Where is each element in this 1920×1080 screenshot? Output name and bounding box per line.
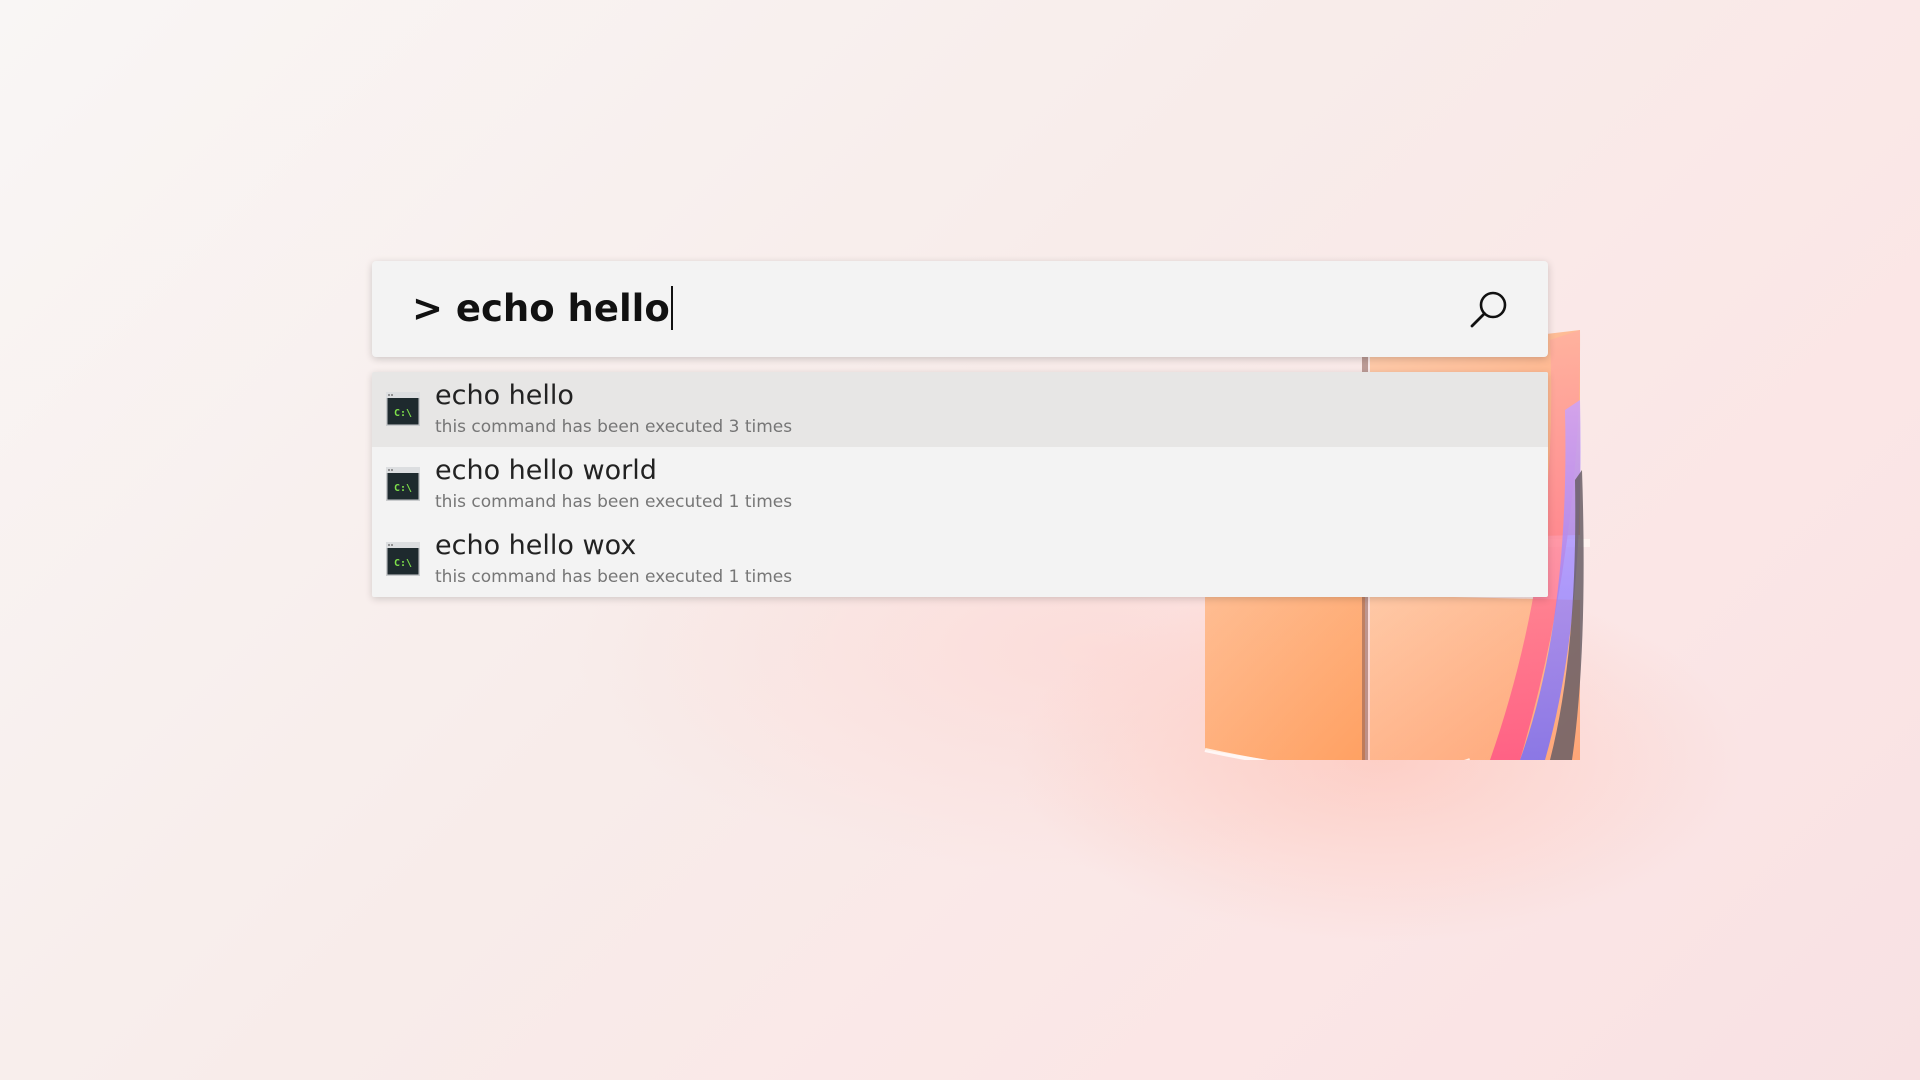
results-list: C:\ echo hello this command has been exe… (372, 372, 1548, 597)
svg-text:C:\: C:\ (394, 558, 412, 569)
result-subtitle: this command has been executed 1 times (435, 567, 793, 587)
svg-text:C:\: C:\ (394, 483, 412, 494)
command-prompt-icon: C:\ (386, 467, 420, 501)
result-subtitle: this command has been executed 3 times (435, 417, 793, 437)
result-title: echo hello (435, 380, 574, 411)
launcher-window: > echo hello C:\ echo hello this command… (372, 261, 1548, 597)
command-prompt-icon: C:\ (386, 542, 420, 576)
search-icon[interactable] (1468, 288, 1510, 330)
result-item[interactable]: C:\ echo hello wox this command has been… (372, 522, 1548, 597)
result-item[interactable]: C:\ echo hello world this command has be… (372, 447, 1548, 522)
result-title: echo hello world (435, 455, 657, 486)
query-box[interactable]: > echo hello (372, 261, 1548, 357)
result-subtitle: this command has been executed 1 times (435, 492, 793, 512)
query-input[interactable]: > echo hello (412, 261, 673, 357)
text-caret (670, 285, 673, 330)
command-prompt-icon: C:\ (386, 392, 420, 426)
result-item[interactable]: C:\ echo hello this command has been exe… (372, 372, 1548, 447)
query-text: > echo hello (412, 287, 670, 330)
desktop-background: > echo hello C:\ echo hello this command… (0, 0, 1920, 1080)
result-title: echo hello wox (435, 530, 637, 561)
svg-text:C:\: C:\ (394, 408, 412, 419)
